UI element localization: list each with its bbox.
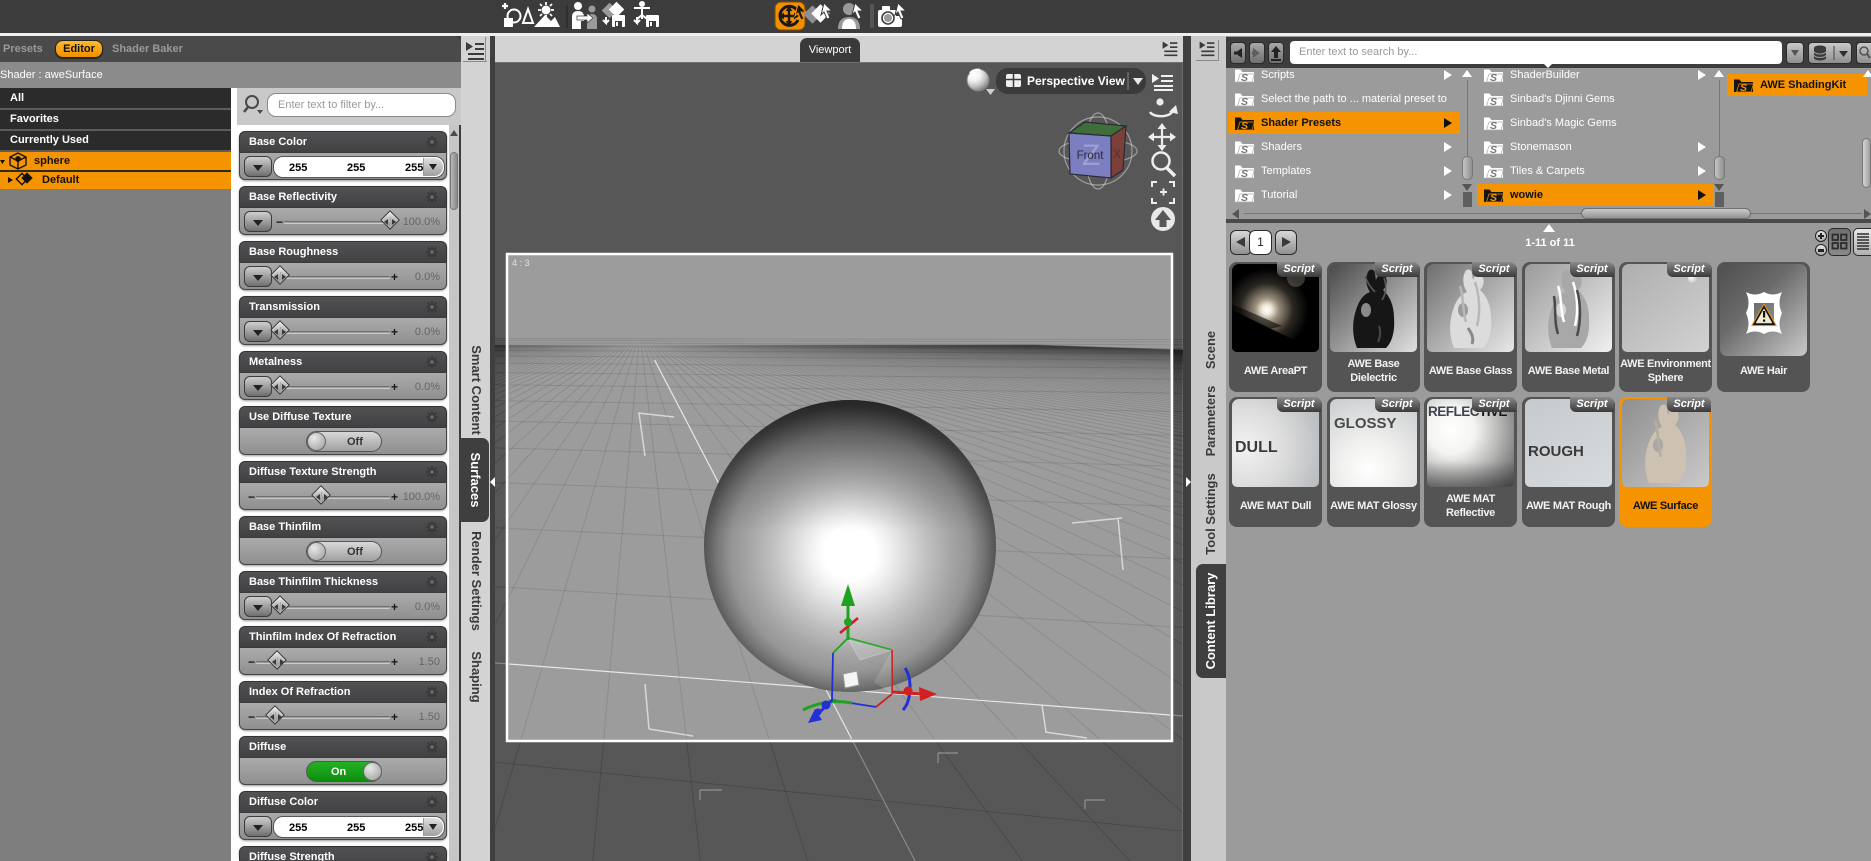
svg-text:S: S [1241,144,1248,155]
svg-text:Perspective View: Perspective View [1027,74,1126,88]
svg-text:S: S [1241,72,1248,83]
svg-text:4 : 3: 4 : 3 [512,258,530,268]
svg-text:S: S [1490,120,1497,131]
svg-text:S: S [1490,96,1497,107]
svg-text:S: S [1490,168,1497,179]
svg-text:S: S [1490,144,1497,155]
svg-text:S: S [1241,120,1248,131]
svg-text:Front: Front [1077,150,1105,162]
svg-text:S: S [1740,82,1747,93]
svg-text:X: X [1113,147,1121,161]
svg-text:S: S [1490,72,1497,83]
svg-text:S: S [1241,192,1248,203]
svg-text:S: S [1241,168,1248,179]
svg-text:S: S [1241,96,1248,107]
svg-text:S: S [1490,192,1497,203]
